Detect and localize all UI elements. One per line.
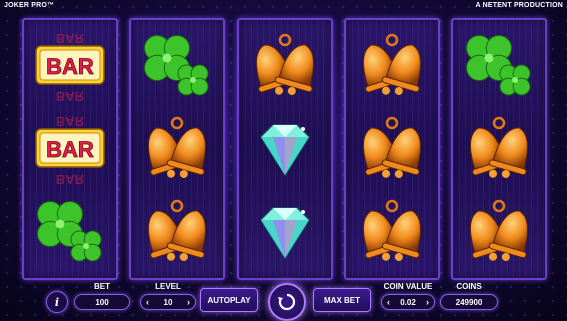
coins-value: 249900	[455, 297, 483, 307]
diamond-symbol-icon	[243, 192, 327, 272]
bet-display: 100	[74, 294, 130, 310]
coin-value-increase-icon[interactable]: ›	[426, 295, 429, 309]
bell-symbol-icon	[350, 192, 434, 272]
info-button[interactable]: i	[46, 291, 68, 313]
bell-symbol-icon	[350, 26, 434, 106]
game-title: JOKER PRO™	[4, 2, 55, 9]
control-bar: i BET 100 LEVEL ‹ 10 › AUTOPLAY MAX BET …	[0, 280, 567, 321]
coins-label: COINS	[456, 282, 482, 291]
reel-area: BAR BAR BAR BAR BAR BAR	[22, 18, 547, 280]
level-decrease-icon[interactable]: ‹	[146, 295, 149, 309]
reel-2	[129, 18, 226, 280]
bell-symbol-icon	[457, 109, 541, 189]
coin-value-label: COIN VALUE	[383, 282, 433, 291]
spin-button[interactable]	[268, 283, 306, 321]
coin-value: 0.02	[400, 297, 416, 307]
svg-text:BAR: BAR	[56, 31, 85, 46]
reel-4	[343, 18, 440, 280]
clover-symbol-icon	[135, 26, 219, 106]
reel-5	[451, 18, 547, 280]
svg-text:BAR: BAR	[56, 172, 85, 187]
bell-symbol-icon	[457, 192, 541, 272]
spin-icon	[278, 293, 296, 311]
level-label: LEVEL	[155, 282, 181, 291]
bell-symbol-icon	[243, 26, 327, 106]
coins-display: 249900	[440, 294, 498, 310]
bell-symbol-icon	[135, 109, 219, 189]
bell-symbol-icon	[135, 192, 219, 272]
svg-text:BAR: BAR	[46, 54, 94, 79]
coin-value-decrease-icon[interactable]: ‹	[387, 295, 390, 309]
svg-text:BAR: BAR	[56, 89, 85, 104]
bell-symbol-icon	[350, 109, 434, 189]
svg-text:BAR: BAR	[56, 114, 85, 129]
producer-credit: A NETENT PRODUCTION	[475, 2, 563, 9]
bar-symbol-icon: BAR BAR BAR	[28, 26, 112, 106]
diamond-symbol-icon	[243, 109, 327, 189]
reel-1: BAR BAR BAR BAR BAR BAR	[22, 18, 118, 280]
level-increase-icon[interactable]: ›	[187, 295, 190, 309]
reel-3	[236, 18, 333, 280]
clover-symbol-icon	[28, 192, 112, 272]
autoplay-button[interactable]: AUTOPLAY	[200, 288, 258, 312]
bet-label: BET	[94, 282, 110, 291]
max-bet-button[interactable]: MAX BET	[313, 288, 371, 312]
svg-text:BAR: BAR	[46, 137, 94, 162]
bet-value: 100	[95, 297, 109, 307]
bar-symbol-icon: BAR BAR BAR	[28, 109, 112, 189]
level-selector: ‹ 10 ›	[140, 294, 196, 310]
clover-symbol-icon	[457, 26, 541, 106]
coin-value-selector: ‹ 0.02 ›	[381, 294, 435, 310]
info-icon: i	[54, 295, 60, 309]
level-value: 10	[163, 297, 173, 307]
